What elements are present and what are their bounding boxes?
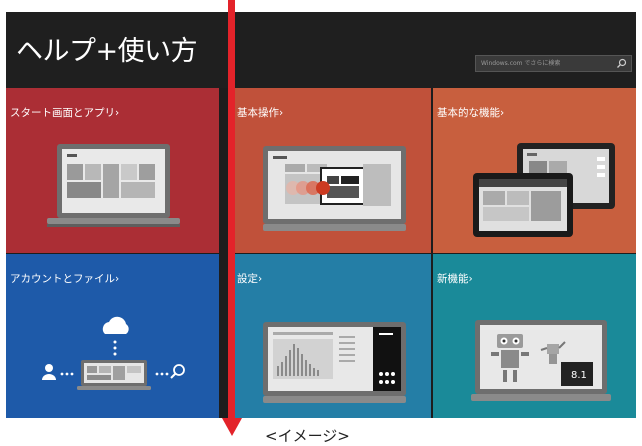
search-input[interactable] [476,56,616,71]
image-caption: <イメージ> [265,427,350,445]
tile-label: 新機能› [437,273,473,285]
laptop-settings-icon [263,322,406,403]
page-title: ヘルプ+使い方 [16,36,198,67]
tile-basic-features[interactable]: 基本的な機能› [433,88,636,253]
search-box[interactable] [475,55,632,72]
help-app-window: ヘルプ+使い方 スタート画面とアプリ› 基本操作› [6,12,636,418]
tile-label: スタート画面とアプリ› [10,107,120,119]
version-badge: 8.1 [571,370,587,381]
scroll-arrow-shaft [228,0,235,425]
tile-accounts-files[interactable]: アカウントとファイル› [6,254,219,418]
laptop-touch-swipe-icon [263,146,406,231]
search-icon[interactable] [616,58,627,69]
tile-label: 基本的な機能› [437,107,505,119]
tile-start-screen-apps[interactable]: スタート画面とアプリ› [6,88,219,253]
app-header: ヘルプ+使い方 [6,12,636,88]
cloud-account-file-icon [42,316,185,390]
laptop-start-screen-icon [47,144,180,227]
down-arrow-icon [222,418,242,436]
tile-label: 基本操作› [237,107,284,119]
tablet-windows-icon [473,143,615,237]
tile-new-features[interactable]: 新機能› 8.1 [433,254,636,418]
tile-label: 設定› [237,273,263,285]
tile-basic-operations[interactable]: 基本操作› [233,88,431,253]
tile-label: アカウントとファイル› [10,273,120,285]
tile-settings[interactable]: 設定› [233,254,431,418]
robot-new-features-icon: 8.1 [471,320,611,401]
